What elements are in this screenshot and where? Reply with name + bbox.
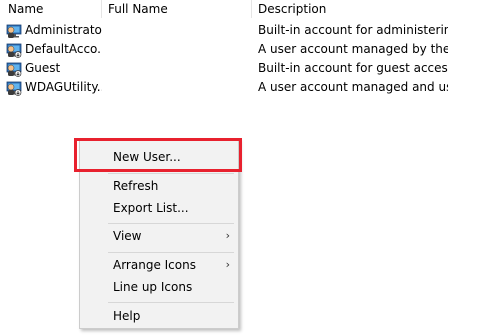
menu-separator bbox=[108, 223, 234, 224]
user-icon bbox=[6, 81, 22, 96]
user-full-name bbox=[108, 59, 252, 78]
user-description: A user account managed and use... bbox=[258, 80, 448, 94]
menu-item-view[interactable]: View › bbox=[80, 225, 238, 247]
menu-item-export-list[interactable]: Export List... bbox=[80, 197, 238, 219]
user-name-cell[interactable]: DefaultAcco... bbox=[6, 40, 102, 59]
user-full-name bbox=[108, 40, 252, 59]
menu-item-arrange-icons[interactable]: Arrange Icons › bbox=[80, 254, 238, 276]
table-row[interactable]: Guest Built-in account for guest access … bbox=[0, 59, 478, 78]
column-header-full-name[interactable]: Full Name bbox=[102, 0, 252, 18]
menu-item-line-up-icons[interactable]: Line up Icons bbox=[80, 276, 238, 298]
menu-item-label: Arrange Icons bbox=[113, 258, 196, 272]
menu-item-new-user[interactable]: New User... bbox=[80, 146, 238, 168]
user-description: Built-in account for guest access t... bbox=[258, 61, 448, 75]
user-full-name bbox=[108, 78, 252, 97]
list-header: Name Full Name Description bbox=[0, 0, 478, 18]
chevron-right-icon: › bbox=[225, 229, 230, 242]
user-name-cell[interactable]: WDAGUtility... bbox=[6, 78, 102, 97]
user-name-cell[interactable]: Guest bbox=[6, 59, 102, 78]
user-icon bbox=[6, 43, 22, 58]
table-row[interactable]: Administrator Built-in account for admin… bbox=[0, 21, 478, 40]
column-header-description[interactable]: Description bbox=[252, 0, 478, 18]
user-description: A user account managed by the s... bbox=[258, 42, 448, 56]
user-full-name bbox=[108, 21, 252, 40]
menu-separator bbox=[108, 302, 234, 303]
chevron-right-icon: › bbox=[225, 258, 230, 271]
context-menu: New User... Refresh Export List... View … bbox=[79, 139, 239, 329]
user-name: Administrator bbox=[25, 23, 102, 37]
user-icon bbox=[6, 24, 22, 38]
user-name: DefaultAcco... bbox=[25, 42, 102, 56]
menu-separator bbox=[108, 252, 234, 253]
user-name: Guest bbox=[25, 61, 61, 75]
table-row[interactable]: DefaultAcco... A user account managed by… bbox=[0, 40, 478, 59]
user-name-cell[interactable]: Administrator bbox=[6, 21, 102, 40]
user-description: Built-in account for administering... bbox=[258, 23, 448, 37]
column-header-name[interactable]: Name bbox=[2, 0, 102, 18]
user-name: WDAGUtility... bbox=[25, 80, 102, 94]
menu-item-label: View bbox=[113, 229, 142, 243]
table-row[interactable]: WDAGUtility... A user account managed an… bbox=[0, 78, 478, 97]
menu-separator bbox=[108, 173, 234, 174]
menu-item-refresh[interactable]: Refresh bbox=[80, 175, 238, 197]
user-icon bbox=[6, 62, 22, 77]
menu-item-help[interactable]: Help bbox=[80, 305, 238, 327]
users-list-view: Name Full Name Description Administrator… bbox=[0, 0, 478, 335]
